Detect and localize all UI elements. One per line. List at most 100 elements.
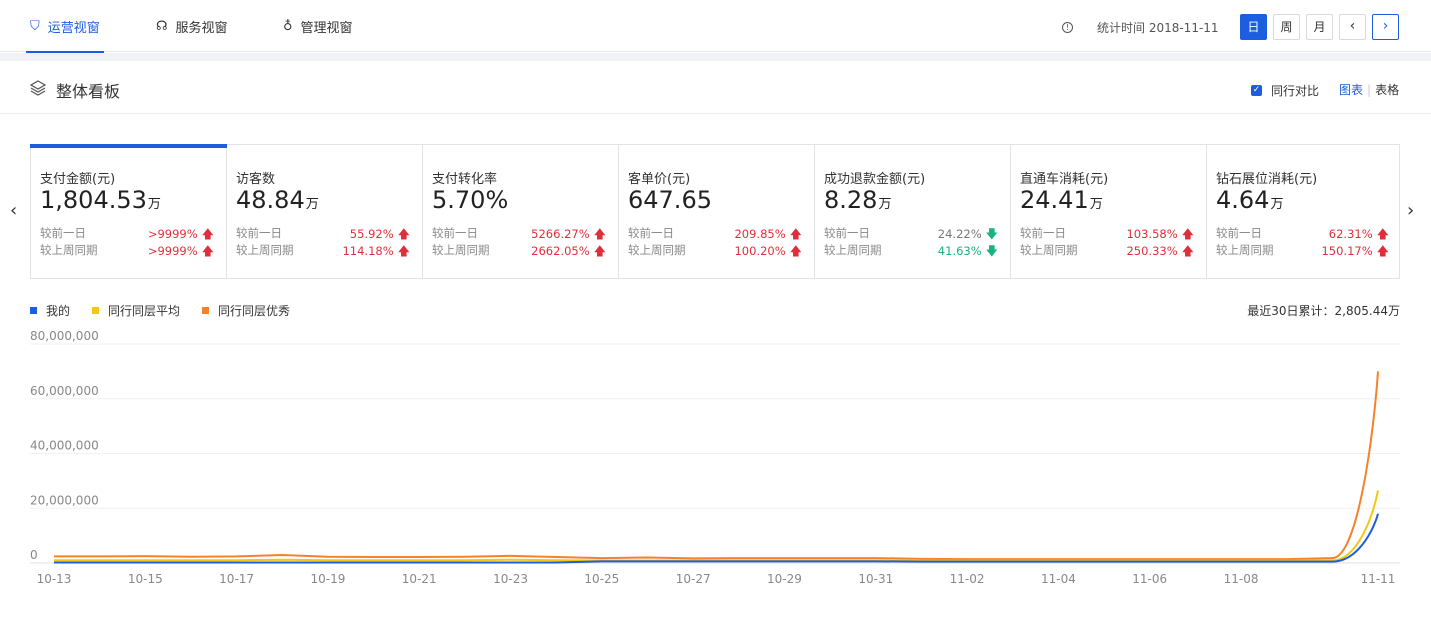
metric-week-compare: 较上周同期 >9999% 🡅: [40, 243, 214, 258]
section-title: 整体看板: [56, 82, 121, 101]
y-tick-label: 20,000,000: [30, 493, 99, 507]
peer-compare-label: 同行对比: [1271, 84, 1320, 98]
metric-label: 支付转化率: [432, 172, 498, 187]
x-tick-label: 10-17: [219, 572, 254, 586]
stat-time-label: 统计时间 2018-11-11: [1097, 21, 1219, 35]
metric-card-visitors[interactable]: 访客数 48.84万 较前一日 55.92% 🡅 较上周同期 114.18% 🡅: [227, 145, 423, 278]
stat-time: ! 统计时间 2018-11-11: [1062, 19, 1219, 36]
metric-card-payment[interactable]: 支付金额(元) 1,804.53万 较前一日 >9999% 🡅 较上周同期 >9999…: [30, 144, 227, 278]
arrow-up-icon: 🡅: [593, 227, 606, 241]
line-chart[interactable]: 0 20,000,000 40,000,000 60,000,000 80,000,00…: [0, 325, 1431, 622]
arrow-up-icon: 🡅: [1181, 244, 1194, 258]
tab-label: 运营视窗: [47, 20, 100, 36]
medal-icon: ♁: [283, 18, 293, 34]
metric-value: 1,804.53万: [40, 186, 161, 214]
tab-management[interactable]: ♁ 管理视窗: [283, 0, 353, 52]
x-tick-label: 10-29: [767, 572, 802, 586]
legend-swatch: [202, 307, 210, 314]
section-header: 整体看板 ✓ 同行对比 图表 | 表格: [0, 61, 1431, 114]
x-tick-label: 11-02: [950, 572, 985, 586]
y-tick-label: 80,000,000: [30, 329, 99, 343]
arrow-down-icon: 🡇: [985, 244, 998, 258]
period-week-button[interactable]: 周: [1273, 14, 1300, 40]
metric-cards: 支付金额(元) 1,804.53万 较前一日 >9999% 🡅 较上周同期 >9999…: [30, 144, 1400, 279]
arrow-down-icon: 🡇: [985, 227, 998, 241]
metric-card-refund[interactable]: 成功退款金额(元) 8.28万 较前一日 24.22% 🡇 较上周同期 41.63% 🡇: [815, 145, 1011, 278]
shield-icon: ⛉: [30, 18, 40, 34]
chevron-left-icon: ‹: [1349, 18, 1356, 34]
y-tick-label: 0: [30, 548, 38, 562]
x-tick-label: 11-08: [1224, 572, 1259, 586]
metric-label: 客单价(元): [628, 172, 691, 187]
series-line-2[interactable]: [54, 371, 1379, 561]
chart-legend: 我的 同行同层平均 同行同层优秀: [30, 302, 312, 319]
arrow-up-icon: 🡅: [593, 244, 606, 258]
metric-card-avg-order[interactable]: 客单价(元) 647.65 较前一日 209.85% 🡅 较上周同期 100.20% 🡅: [619, 145, 815, 278]
metric-value: 24.41万: [1020, 186, 1103, 214]
metric-label: 访客数: [236, 172, 276, 187]
metric-week-compare: 较上周同期 100.20% 🡅: [628, 243, 802, 258]
arrow-up-icon: 🡅: [1376, 244, 1389, 258]
arrow-up-icon: 🡅: [397, 244, 410, 258]
metric-label: 支付金额(元): [40, 172, 116, 187]
metric-label: 直通车消耗(元): [1020, 172, 1109, 187]
next-date-button[interactable]: ›: [1372, 14, 1399, 40]
carousel-next-icon[interactable]: ›: [1407, 200, 1414, 221]
arrow-up-icon: 🡅: [397, 227, 410, 241]
x-tick-label: 10-19: [310, 572, 345, 586]
legend-item-top[interactable]: 同行同层优秀: [202, 302, 290, 319]
y-tick-label: 60,000,000: [30, 384, 99, 398]
x-tick-label: 10-31: [858, 572, 893, 586]
prev-date-button[interactable]: ‹: [1339, 14, 1366, 40]
x-tick-label: 11-11: [1361, 572, 1396, 586]
x-tick-label: 10-21: [402, 572, 437, 586]
tab-label: 服务视窗: [175, 20, 228, 36]
metric-card-ztc-spend[interactable]: 直通车消耗(元) 24.41万 较前一日 103.58% 🡅 较上周同期 250.33…: [1011, 145, 1207, 278]
metric-week-compare: 较上周同期 250.33% 🡅: [1020, 243, 1194, 258]
metric-week-compare: 较上周同期 150.17% 🡅: [1216, 243, 1389, 258]
view-switch: 图表 | 表格: [1339, 81, 1399, 98]
metric-label: 成功退款金额(元): [824, 172, 926, 187]
x-tick-label: 11-06: [1132, 572, 1167, 586]
legend-swatch: [92, 307, 100, 314]
metric-week-compare: 较上周同期 114.18% 🡅: [236, 243, 410, 258]
x-tick-label: 11-04: [1041, 572, 1076, 586]
metric-week-compare: 较上周同期 2662.05% 🡅: [432, 243, 606, 258]
peer-compare-toggle[interactable]: ✓ 同行对比: [1251, 82, 1319, 99]
arrow-up-icon: 🡅: [789, 227, 802, 241]
x-tick-label: 10-13: [37, 572, 72, 586]
headset-icon: ☊: [156, 18, 168, 34]
info-icon[interactable]: !: [1062, 22, 1073, 33]
tab-label: 管理视窗: [300, 20, 353, 36]
y-tick-label: 40,000,000: [30, 439, 99, 453]
divider: [0, 53, 1431, 61]
view-separator: |: [1367, 83, 1372, 97]
legend-item-mine[interactable]: 我的: [30, 302, 70, 319]
metric-label: 钻石展位消耗(元): [1216, 172, 1318, 187]
tab-operations[interactable]: ⛉ 运营视窗: [26, 0, 104, 53]
arrow-up-icon: 🡅: [201, 227, 214, 241]
metric-week-compare: 较上周同期 41.63% 🡇: [824, 243, 998, 258]
carousel-prev-icon[interactable]: ‹: [10, 200, 17, 221]
metric-value: 4.64万: [1216, 186, 1284, 214]
x-tick-label: 10-15: [128, 572, 163, 586]
period-day-button[interactable]: 日: [1240, 14, 1267, 40]
x-tick-label: 10-23: [493, 572, 528, 586]
arrow-up-icon: 🡅: [789, 244, 802, 258]
metric-value: 647.65: [628, 186, 712, 214]
arrow-up-icon: 🡅: [1376, 227, 1389, 241]
view-chart-link[interactable]: 图表: [1339, 83, 1363, 97]
view-table-link[interactable]: 表格: [1375, 83, 1399, 97]
series-line-1[interactable]: [54, 490, 1379, 562]
period-month-button[interactable]: 月: [1306, 14, 1333, 40]
checkbox-checked-icon[interactable]: ✓: [1251, 85, 1262, 96]
metric-card-conversion[interactable]: 支付转化率 5.70% 较前一日 5266.27% 🡅 较上周同期 2662.05% 🡅: [423, 145, 619, 278]
metric-value: 48.84万: [236, 186, 319, 214]
metric-card-diamond-spend[interactable]: 钻石展位消耗(元) 4.64万 较前一日 62.31% 🡅 较上周同期 150.17%…: [1207, 145, 1401, 278]
layers-icon: [30, 80, 46, 96]
top-nav: ⛉ 运营视窗 ☊ 服务视窗 ♁ 管理视窗 ! 统计时间 2018-11-11 日…: [0, 0, 1431, 53]
tab-service[interactable]: ☊ 服务视窗: [156, 0, 228, 52]
x-tick-label: 10-27: [676, 572, 711, 586]
metric-value: 8.28万: [824, 186, 892, 214]
legend-item-avg[interactable]: 同行同层平均: [92, 302, 180, 319]
